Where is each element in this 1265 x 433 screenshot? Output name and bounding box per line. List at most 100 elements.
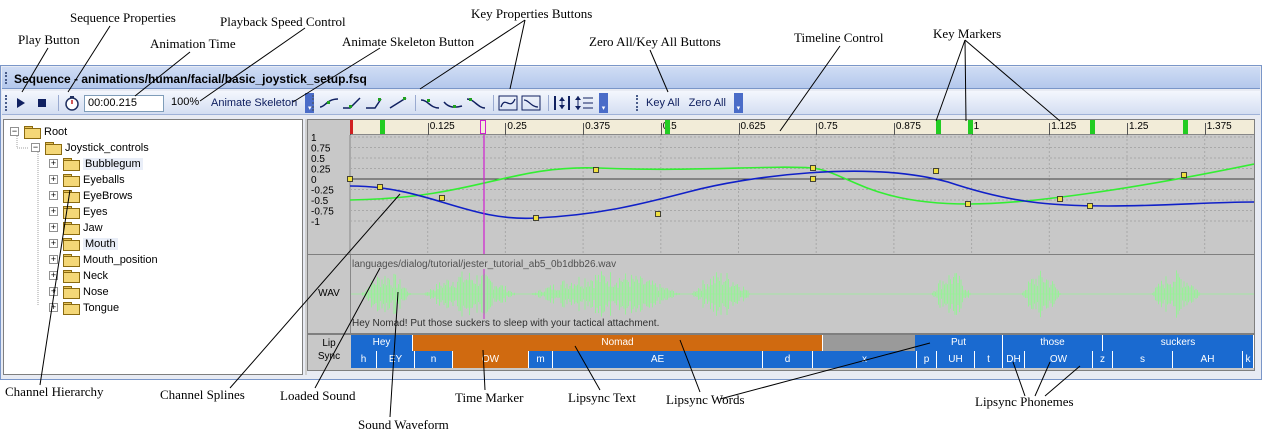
expand-icon[interactable]: +	[49, 271, 58, 280]
tree-node-root[interactable]: − Root	[10, 124, 67, 139]
expand-icon[interactable]: +	[49, 159, 58, 168]
key-linear-button[interactable]	[319, 94, 339, 112]
y-axis-label: -0.75	[311, 207, 334, 218]
collapse-icon[interactable]: −	[31, 143, 40, 152]
tree-node-mouth[interactable]: + Mouth	[49, 236, 118, 251]
tree-node-eyes[interactable]: + Eyes	[49, 204, 107, 219]
expand-icon[interactable]: +	[49, 207, 58, 216]
stop-button[interactable]	[33, 94, 51, 112]
lipsync-phoneme[interactable]: h	[351, 351, 377, 368]
lipsync-phoneme[interactable]: n	[415, 351, 453, 368]
lipsync-phoneme[interactable]: x	[813, 351, 917, 368]
lipsync-phoneme[interactable]: d	[763, 351, 813, 368]
expand-icon[interactable]: +	[49, 191, 58, 200]
toolbar-overflow-3[interactable]: ▾	[733, 93, 743, 113]
playback-speed-field[interactable]: 100%	[168, 95, 204, 112]
lip-row-label: Lip	[322, 338, 336, 349]
folder-icon	[63, 237, 80, 251]
folder-icon	[63, 285, 80, 299]
folder-icon	[63, 157, 80, 171]
callout-lipsync-text: Lipsync Text	[568, 390, 636, 405]
lipsync-phoneme[interactable]: AE	[553, 351, 763, 368]
spline-key[interactable]	[439, 195, 445, 201]
callout-time-marker: Time Marker	[455, 390, 524, 405]
callout-sequence-properties: Sequence Properties	[70, 10, 176, 25]
tree-label: Neck	[83, 269, 109, 282]
spline-key[interactable]	[593, 167, 599, 173]
lipsync-word[interactable]: those	[1003, 335, 1103, 351]
spline-green[interactable]	[349, 163, 1254, 205]
key-in-button[interactable]	[342, 94, 362, 112]
curve-wave-button[interactable]	[498, 94, 518, 112]
spline-key[interactable]	[347, 176, 353, 182]
lipsync-word[interactable]: Put	[915, 335, 1003, 351]
toolbar-overflow-2[interactable]: ▾	[599, 93, 608, 113]
spline-key[interactable]	[533, 215, 539, 221]
callout-channel-splines: Channel Splines	[160, 387, 245, 402]
key-step-button[interactable]	[388, 94, 408, 112]
key-flat-button[interactable]	[466, 94, 486, 112]
lipsync-word[interactable]: Hey	[351, 335, 413, 351]
expand-icon[interactable]: +	[49, 287, 58, 296]
spline-blue[interactable]	[349, 170, 1254, 220]
lipsync-phoneme[interactable]: k	[1243, 351, 1254, 368]
curve-clamp-button[interactable]	[521, 94, 541, 112]
play-button[interactable]	[12, 94, 30, 112]
fit-horizontal-button[interactable]	[553, 94, 571, 112]
fit-vertical-button[interactable]	[574, 94, 594, 112]
spline-key[interactable]	[810, 165, 816, 171]
zero-all-button[interactable]: Zero All	[686, 94, 729, 112]
lipsync-phoneme[interactable]: AH	[1173, 351, 1243, 368]
lipsync-phoneme[interactable]: DH	[1003, 351, 1025, 368]
tree-node-eyebrows[interactable]: + EyeBrows	[49, 188, 133, 203]
spline-key[interactable]	[377, 184, 383, 190]
animate-skeleton-button[interactable]: Animate Skeleton	[208, 94, 300, 112]
tree-node-nose[interactable]: + Nose	[49, 284, 109, 299]
spline-key[interactable]	[1181, 172, 1187, 178]
tree-node-mouth-position[interactable]: + Mouth_position	[49, 252, 158, 267]
spline-key[interactable]	[965, 201, 971, 207]
spline-key[interactable]	[1057, 196, 1063, 202]
lipsync-text[interactable]: Hey Nomad! Put those suckers to sleep wi…	[352, 318, 659, 329]
lipsync-phoneme[interactable]: z	[1093, 351, 1113, 368]
key-all-button[interactable]: Key All	[643, 94, 683, 112]
folder-icon	[63, 189, 80, 203]
folder-icon	[63, 301, 80, 315]
key-ease-in-button[interactable]	[420, 94, 440, 112]
callout-key-properties: Key Properties Buttons	[471, 6, 593, 21]
lipsync-word[interactable]: Nomad	[413, 335, 823, 351]
collapse-icon[interactable]: −	[10, 127, 19, 136]
expand-icon[interactable]: +	[49, 223, 58, 232]
tree-node-jaw[interactable]: + Jaw	[49, 220, 103, 235]
expand-icon[interactable]: +	[49, 255, 58, 264]
lipsync-phoneme[interactable]: OW	[1025, 351, 1093, 368]
tree-node-bubblegum[interactable]: + Bubblegum	[49, 156, 143, 171]
tree-node-joystick-controls[interactable]: − Joystick_controls	[31, 140, 149, 155]
tree-node-tongue[interactable]: + Tongue	[49, 300, 119, 315]
lipsync-phoneme[interactable]: EY	[377, 351, 415, 368]
folder-icon	[45, 141, 62, 155]
lipsync-phoneme[interactable]: s	[1113, 351, 1173, 368]
lipsync-phoneme[interactable]: OW	[453, 351, 529, 368]
tree-node-eyeballs[interactable]: + Eyeballs	[49, 172, 125, 187]
tree-node-neck[interactable]: + Neck	[49, 268, 108, 283]
key-out-button[interactable]	[365, 94, 385, 112]
lipsync-phoneme[interactable]: t	[975, 351, 1003, 368]
expand-icon[interactable]: +	[49, 175, 58, 184]
spline-key[interactable]	[933, 168, 939, 174]
expand-icon[interactable]: +	[49, 239, 58, 248]
lipsync-phoneme[interactable]: UH	[937, 351, 975, 368]
lipsync-phoneme[interactable]: p	[917, 351, 937, 368]
tree-label: Tongue	[83, 301, 120, 314]
lipsync-panel: Lip Sync Hey Nomad Put those suckers h EY n OW m…	[307, 334, 1255, 371]
animation-time-field[interactable]: 00:00.215	[84, 94, 164, 112]
spline-key[interactable]	[1087, 203, 1093, 209]
lipsync-word[interactable]: suckers	[1103, 335, 1254, 351]
wav-row-label: WAV	[318, 288, 340, 299]
spline-key[interactable]	[655, 211, 661, 217]
spline-key[interactable]	[810, 176, 816, 182]
key-ease-out-button[interactable]	[443, 94, 463, 112]
sequence-properties-button[interactable]	[63, 94, 81, 112]
lipsync-phoneme[interactable]: m	[529, 351, 553, 368]
expand-icon[interactable]: +	[49, 303, 58, 312]
